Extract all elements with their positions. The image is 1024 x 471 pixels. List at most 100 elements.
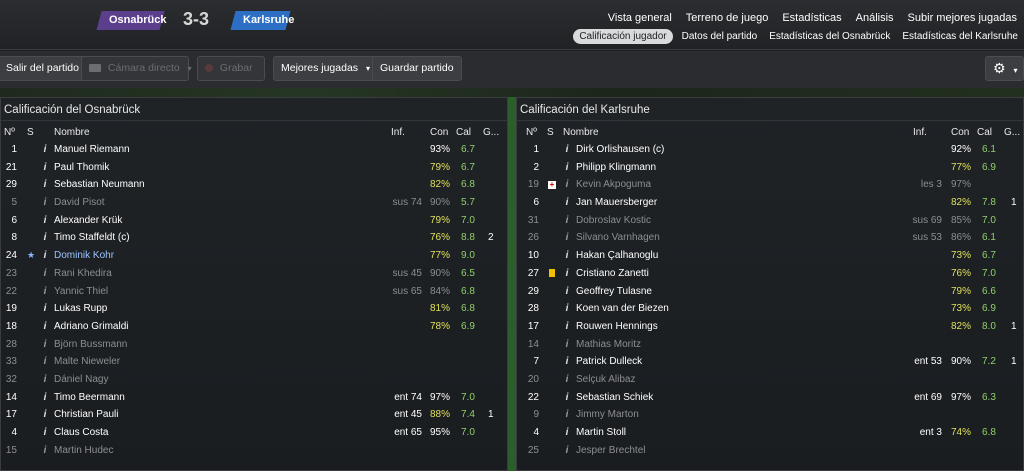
col-s[interactable]: S [27, 125, 34, 141]
col-goals[interactable]: G... [483, 125, 499, 141]
subnav-estadisticas-karlsruhe[interactable]: Estadísticas del Karlsruhe [896, 29, 1024, 44]
player-name[interactable]: Yannic Thiel [54, 283, 108, 301]
player-name[interactable]: Manuel Riemann [54, 141, 130, 159]
player-row[interactable]: 29 i Geoffrey Tulasne 79% 6.6 [517, 283, 1023, 301]
player-name[interactable]: Malte Nieweler [54, 353, 120, 371]
exit-match-button[interactable]: Salir del partido [0, 56, 87, 81]
player-row[interactable]: 10 i Hakan Çalhanoglu 73% 6.7 [517, 247, 1023, 265]
player-name[interactable]: Dirk Orlishausen (c) [576, 141, 664, 159]
info-icon[interactable]: i [41, 442, 49, 460]
player-name[interactable]: Timo Beermann [54, 389, 125, 407]
info-icon[interactable]: i [41, 318, 49, 336]
player-row[interactable]: 14 i Mathias Moritz [517, 336, 1023, 354]
player-name[interactable]: Martin Stoll [576, 424, 626, 442]
info-icon[interactable]: i [41, 283, 49, 301]
info-icon[interactable]: i [41, 176, 49, 194]
player-row[interactable]: 19 i Lukas Rupp 81% 6.8 [1, 300, 507, 318]
player-name[interactable]: Sebastian Schiek [576, 389, 653, 407]
player-row[interactable]: 27 i Cristiano Zanetti 76% 7.0 [517, 265, 1023, 283]
info-icon[interactable]: i [563, 442, 571, 460]
col-con[interactable]: Con [951, 125, 969, 141]
player-row[interactable]: 28 i Koen van der Biezen 73% 6.9 [517, 300, 1023, 318]
player-name[interactable]: Adriano Grimaldi [54, 318, 128, 336]
player-row[interactable]: 9 i Jimmy Marton [517, 406, 1023, 424]
info-icon[interactable]: i [41, 141, 49, 159]
player-row[interactable]: 14 i Timo Beermann ent 74 97% 7.0 [1, 389, 507, 407]
player-row[interactable]: 17 i Christian Pauli ent 45 88% 7.4 1 [1, 406, 507, 424]
player-name[interactable]: Dobroslav Kostic [576, 212, 651, 230]
subnav-estadisticas-osnabruck[interactable]: Estadísticas del Osnabrück [763, 29, 896, 44]
player-name[interactable]: Claus Costa [54, 424, 108, 442]
info-icon[interactable]: i [563, 194, 571, 212]
player-row[interactable]: 8 i Timo Staffeldt (c) 76% 8.8 2 [1, 229, 507, 247]
player-row[interactable]: 28 i Björn Bussmann [1, 336, 507, 354]
player-row[interactable]: 17 i Rouwen Hennings 82% 8.0 1 [517, 318, 1023, 336]
player-row[interactable]: 7 i Patrick Dulleck ent 53 90% 7.2 1 [517, 353, 1023, 371]
player-name[interactable]: Kevin Akpoguma [576, 176, 651, 194]
player-name[interactable]: Björn Bussmann [54, 336, 127, 354]
away-team-badge[interactable]: Karlsruhe [230, 11, 294, 30]
nav-terreno-de-juego[interactable]: Terreno de juego [679, 12, 776, 24]
info-icon[interactable]: i [563, 247, 571, 265]
col-cal[interactable]: Cal [977, 125, 992, 141]
col-inf[interactable]: Inf. [391, 125, 405, 141]
player-name[interactable]: Alexander Krük [54, 212, 122, 230]
info-icon[interactable]: i [41, 389, 49, 407]
player-row[interactable]: 5 i David Pisot sus 74 90% 5.7 [1, 194, 507, 212]
player-row[interactable]: 24 ★ i Dominik Kohr 77% 9.0 [1, 247, 507, 265]
player-name[interactable]: Jesper Brechtel [576, 442, 645, 460]
player-name[interactable]: Jan Mauersberger [576, 194, 657, 212]
player-name[interactable]: Dominik Kohr [54, 247, 114, 265]
player-name[interactable]: Dániel Nagy [54, 371, 108, 389]
info-icon[interactable]: i [563, 371, 571, 389]
player-name[interactable]: Selçuk Alibaz [576, 371, 635, 389]
info-icon[interactable]: i [41, 424, 49, 442]
col-s[interactable]: S [547, 125, 554, 141]
highlights-dropdown[interactable]: Mejores jugadas ▾ [273, 56, 378, 81]
col-inf[interactable]: Inf. [913, 125, 927, 141]
player-row[interactable]: 20 i Selçuk Alibaz [517, 371, 1023, 389]
player-row[interactable]: 6 i Alexander Krük 79% 7.0 [1, 212, 507, 230]
info-icon[interactable]: i [563, 389, 571, 407]
info-icon[interactable]: i [563, 176, 571, 194]
info-icon[interactable]: i [41, 406, 49, 424]
info-icon[interactable]: i [41, 247, 49, 265]
col-name[interactable]: Nombre [54, 125, 90, 141]
info-icon[interactable]: i [41, 336, 49, 354]
player-row[interactable]: 31 i Dobroslav Kostic sus 69 85% 7.0 [517, 212, 1023, 230]
player-name[interactable]: Geoffrey Tulasne [576, 283, 652, 301]
player-name[interactable]: Timo Staffeldt (c) [54, 229, 130, 247]
player-name[interactable]: Rani Khedira [54, 265, 112, 283]
info-icon[interactable]: i [41, 212, 49, 230]
col-goals[interactable]: G... [1004, 125, 1020, 141]
player-row[interactable]: 32 i Dániel Nagy [1, 371, 507, 389]
player-row[interactable]: 4 i Martin Stoll ent 3 74% 6.8 [517, 424, 1023, 442]
player-name[interactable]: Hakan Çalhanoglu [576, 247, 658, 265]
nav-analisis[interactable]: Análisis [849, 12, 901, 24]
subnav-calificacion-jugador[interactable]: Calificación jugador [573, 29, 673, 44]
info-icon[interactable]: i [563, 159, 571, 177]
player-name[interactable]: Lukas Rupp [54, 300, 107, 318]
player-row[interactable]: 1 i Manuel Riemann 93% 6.7 [1, 141, 507, 159]
info-icon[interactable]: i [563, 283, 571, 301]
save-match-button[interactable]: Guardar partido [372, 56, 462, 81]
camera-dropdown[interactable]: Cámara directo ▾ [81, 56, 192, 81]
info-icon[interactable]: i [41, 353, 49, 371]
player-name[interactable]: Sebastian Neumann [54, 176, 145, 194]
player-name[interactable]: Christian Pauli [54, 406, 118, 424]
player-name[interactable]: Jimmy Marton [576, 406, 639, 424]
col-cal[interactable]: Cal [456, 125, 471, 141]
home-team-badge[interactable]: Osnabrück [96, 11, 166, 30]
info-icon[interactable]: i [41, 371, 49, 389]
nav-vista-general[interactable]: Vista general [601, 12, 679, 24]
col-num[interactable]: Nº [4, 125, 15, 141]
player-row[interactable]: 6 i Jan Mauersberger 82% 7.8 1 [517, 194, 1023, 212]
player-row[interactable]: 1 i Dirk Orlishausen (c) 92% 6.1 [517, 141, 1023, 159]
player-row[interactable]: 33 i Malte Nieweler [1, 353, 507, 371]
info-icon[interactable]: i [563, 212, 571, 230]
subnav-datos-del-partido[interactable]: Datos del partido [676, 29, 764, 44]
info-icon[interactable]: i [563, 265, 571, 283]
col-con[interactable]: Con [430, 125, 448, 141]
info-icon[interactable]: i [41, 265, 49, 283]
info-icon[interactable]: i [41, 229, 49, 247]
